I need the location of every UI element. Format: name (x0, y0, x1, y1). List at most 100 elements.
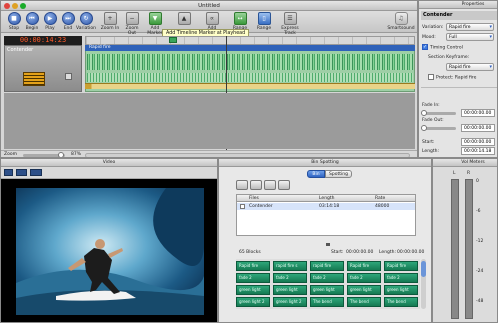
properties-header: Contender (421, 11, 497, 20)
block-tile[interactable]: rapid fire (310, 261, 344, 271)
table-row[interactable]: Contender 03:14:18 48000 (237, 203, 415, 210)
video-frame (1, 179, 217, 322)
files-table: Files Length Rate Contender 03:14:18 480… (236, 194, 416, 236)
bin-titlebar[interactable]: Bin Spotting (219, 159, 431, 167)
fade-out-field[interactable]: 00:00:00.00 (461, 124, 495, 132)
meter-right-label: R (467, 171, 471, 176)
properties-title: Properties (461, 2, 485, 7)
bin-tool-4-icon[interactable] (278, 180, 290, 190)
fade-in-field[interactable]: 00:00:00.00 (461, 109, 495, 117)
zoom-bar: Zoom 87% (1, 150, 417, 157)
zoom-label: Zoom (4, 152, 17, 157)
meter-right (465, 179, 473, 319)
fade-out-slider[interactable] (422, 127, 456, 130)
tab-bin[interactable]: Bin (307, 170, 325, 178)
block-tile[interactable]: fade 2 (347, 273, 381, 283)
block-tile[interactable]: green light (310, 285, 344, 295)
video-title: Video (102, 160, 116, 165)
waveform (87, 54, 413, 70)
express-track-button[interactable]: ☰ Express Track (279, 12, 301, 36)
block-tile[interactable]: green light (236, 285, 270, 295)
block-tile[interactable]: The bend (310, 297, 344, 307)
zoom-value: 87% (71, 152, 82, 157)
video-titlebar[interactable]: Video (1, 159, 217, 167)
bin-title: Bin Spotting (311, 160, 339, 165)
smartsound-button[interactable]: ♫ Smartsound (386, 12, 416, 31)
fade-out-slider-knob[interactable] (421, 125, 427, 131)
zoom-out-button[interactable]: − Zoom Out (121, 12, 143, 36)
blocks-grid: Rapid fire rapid fire s rapid fire Rapid… (236, 259, 420, 309)
column-header-rate[interactable]: Rate (375, 196, 385, 201)
blocks-scrollbar[interactable] (421, 259, 426, 309)
block-tile[interactable]: green light (384, 285, 418, 295)
column-header-files[interactable]: Files (249, 196, 259, 201)
stop-icon: ■ (7, 12, 21, 25)
meters-titlebar[interactable]: Vol Meters (433, 159, 497, 167)
variation-label: Variation: (422, 25, 444, 30)
track-header[interactable]: Contender (4, 45, 82, 92)
block-tile[interactable]: fade 2 (310, 273, 344, 283)
variation-button[interactable]: ↻ Variation (75, 12, 97, 31)
rewind-begin-icon: ⏮ (25, 12, 39, 25)
close-button[interactable] (4, 3, 10, 9)
section-bar[interactable] (85, 83, 415, 89)
zoom-in-button[interactable]: + Zoom In (99, 12, 121, 31)
clip-header[interactable]: Rapid fire (85, 45, 415, 51)
meter-scale: 0 -6 -12 -24 -48 (476, 179, 484, 304)
block-tile[interactable]: fade 2 (273, 273, 307, 283)
bin-tool-1-icon[interactable] (236, 180, 248, 190)
length-field[interactable]: 00:00:14.18 (461, 147, 495, 155)
mood-select[interactable]: Full (446, 33, 494, 41)
properties-titlebar[interactable]: Properties (419, 1, 497, 9)
meters-window: Vol Meters L R 0 -6 -12 -24 -48 (432, 158, 498, 323)
block-tile[interactable]: green light 2 (273, 297, 307, 307)
block-tile[interactable]: rapid fire s (273, 261, 307, 271)
smartsound-icon: ♫ (394, 12, 408, 25)
zoom-button[interactable] (20, 3, 26, 9)
bin-tool-3-icon[interactable] (264, 180, 276, 190)
timing-control-checkbox[interactable]: ✓ Timing Control (422, 44, 463, 51)
block-tile[interactable]: Rapid fire (347, 261, 381, 271)
bin-start-label: Start: (331, 250, 344, 255)
variation-icon: ↻ (79, 12, 93, 25)
track-mute-toggle[interactable] (65, 73, 72, 80)
block-tile[interactable]: The bend (347, 297, 381, 307)
blocks-scrollbar-thumb[interactable] (421, 261, 426, 277)
start-field[interactable]: 00:00:00.00 (461, 138, 495, 146)
timeline-ruler[interactable] (85, 36, 415, 45)
timeline-titlebar[interactable]: Untitled (1, 1, 417, 11)
block-tile[interactable]: The bend (384, 297, 418, 307)
timeline-empty-area (4, 93, 415, 149)
block-tile[interactable]: green light (273, 285, 307, 295)
video-size-small-icon[interactable] (4, 169, 13, 176)
track-name: Contender (7, 47, 34, 53)
tab-spotting[interactable]: Spotting (325, 170, 352, 178)
fade-out-label: Fade Out: (422, 118, 444, 123)
column-header-length[interactable]: Length (319, 196, 335, 201)
bin-tool-2-icon[interactable] (250, 180, 262, 190)
ruler-marker[interactable] (169, 37, 177, 43)
protect-checkbox[interactable]: Protect: Rapid fire (428, 74, 476, 81)
block-tile[interactable]: fade 2 (236, 273, 270, 283)
fade-in-slider[interactable] (422, 112, 456, 115)
meters-title: Vol Meters (461, 160, 485, 165)
range-button[interactable]: ▯ Range (253, 12, 275, 31)
fade-in-slider-knob[interactable] (421, 110, 427, 116)
block-tile[interactable]: green light (347, 285, 381, 295)
window-controls (4, 3, 26, 9)
variation-select[interactable]: Rapid fire (446, 23, 494, 31)
section-keyframe-select[interactable]: Rapid fire (446, 63, 494, 71)
bin-length-value: 00:00:00.00 (397, 250, 425, 255)
bin-splitter[interactable] (326, 243, 330, 246)
block-tile[interactable]: Rapid fire (236, 261, 270, 271)
block-tile[interactable]: Rapid fire (384, 261, 418, 271)
block-tile[interactable]: green light 2 (236, 297, 270, 307)
section-keyframe-label: Section Keyframe: (428, 55, 470, 60)
minimize-button[interactable] (12, 3, 18, 9)
video-size-large-icon[interactable] (30, 169, 42, 176)
video-size-medium-icon[interactable] (16, 169, 27, 176)
file-length: 03:14:18 (319, 204, 340, 209)
add-hit-marker-button[interactable]: ▲ (173, 12, 195, 26)
block-tile[interactable]: fade 2 (384, 273, 418, 283)
express-track-icon: ☰ (283, 12, 297, 25)
